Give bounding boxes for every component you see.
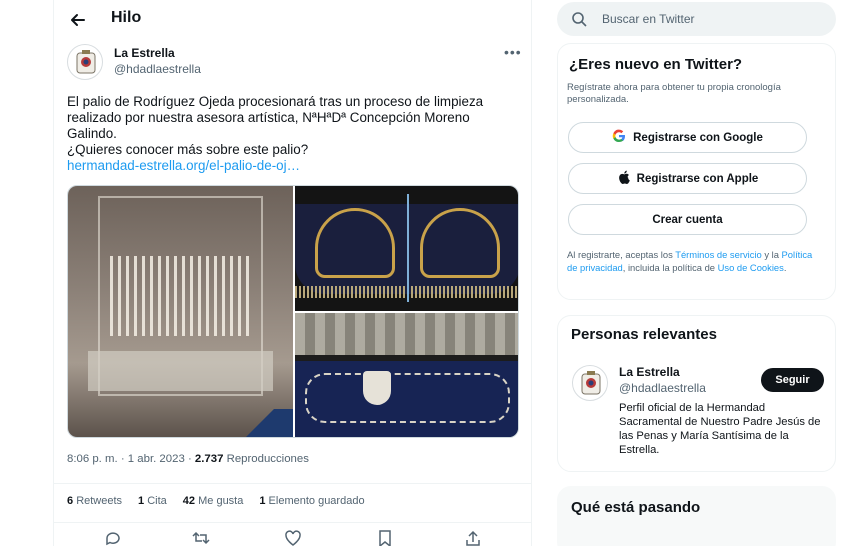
tweet-actions (54, 530, 532, 546)
likes-stat[interactable]: 42 Me gusta (183, 495, 244, 507)
apple-icon (617, 170, 630, 187)
tweet-timestamp: 8:06 p. m. · 1 abr. 2023 · 2.737 Reprodu… (67, 453, 309, 465)
signup-apple-button[interactable]: Registrarse con Apple (568, 163, 807, 194)
author-name[interactable]: La Estrella (114, 46, 175, 60)
trending-card: Qué está pasando (557, 486, 836, 546)
reply-icon[interactable] (104, 530, 124, 546)
author-handle[interactable]: @hdadlaestrella (114, 62, 201, 76)
views-label: Reproducciones (223, 453, 309, 465)
thread-header: Hilo (54, 0, 532, 40)
more-options-icon[interactable]: ••• (504, 44, 522, 60)
relevant-title: Personas relevantes (571, 326, 717, 343)
signup-google-button[interactable]: Registrarse con Google (568, 122, 807, 153)
follow-button[interactable]: Seguir (761, 368, 824, 392)
relevant-handle[interactable]: @hdadlaestrella (619, 381, 706, 395)
views-count: 2.737 (194, 453, 224, 465)
trending-title: Qué está pasando (571, 499, 701, 516)
back-arrow-icon[interactable] (64, 6, 92, 34)
bookmark-icon[interactable] (376, 530, 396, 546)
search-input[interactable]: Buscar en Twitter (557, 2, 836, 36)
cookies-link[interactable]: Uso de Cookies (718, 262, 784, 273)
divider (54, 483, 532, 484)
divider (54, 522, 532, 523)
create-account-button[interactable]: Crear cuenta (568, 204, 807, 235)
main-column: Hilo La Estrella @hdadlaestrella ••• El … (53, 0, 532, 546)
google-icon (612, 129, 626, 146)
tweet-text: El palio de Rodríguez Ojeda procesionará… (67, 94, 517, 174)
search-placeholder: Buscar en Twitter (602, 12, 695, 26)
retweet-icon[interactable] (192, 530, 212, 546)
signup-title: ¿Eres nuevo en Twitter? (569, 56, 743, 73)
quotes-stat[interactable]: 1 Cita (138, 495, 167, 507)
relevant-name[interactable]: La Estrella (619, 365, 680, 379)
avatar[interactable] (572, 365, 608, 401)
media-photo-palio-vintage[interactable] (68, 186, 293, 437)
signup-subtitle: Regístrate ahora para obtener tu propia … (567, 82, 781, 105)
share-icon[interactable] (464, 530, 484, 546)
tweet-time[interactable]: 8:06 p. m. · 1 abr. 2023 · (67, 453, 195, 465)
signup-apple-label: Registrarse con Apple (636, 172, 759, 185)
create-account-label: Crear cuenta (652, 213, 723, 226)
tweet-text-body: El palio de Rodríguez Ojeda procesionará… (67, 94, 484, 141)
signup-legal-text: Al registrarte, aceptas los Términos de … (567, 249, 813, 273)
page-title: Hilo (111, 9, 142, 26)
media-photo-embroidery-crest[interactable] (295, 313, 518, 437)
search-icon (571, 11, 587, 27)
tweet-media-grid (67, 185, 519, 438)
relevant-people-card: Personas relevantes La Estrella @hdadlae… (557, 315, 836, 472)
relevant-bio: Perfil oficial de la Hermandad Sacrament… (619, 402, 821, 456)
saves-stat[interactable]: 1 Elemento guardado (259, 495, 364, 507)
tweet-text-question: ¿Quieres conocer más sobre este palio? (67, 142, 309, 157)
signup-google-label: Registrarse con Google (633, 131, 763, 144)
like-icon[interactable] (284, 530, 304, 546)
media-photo-embroidery-hearts[interactable] (295, 186, 518, 311)
tweet-link[interactable]: hermandad-estrella.org/el-palio-de-oj… (67, 158, 517, 174)
retweets-stat[interactable]: 6 Retweets (67, 495, 122, 507)
signup-card: ¿Eres nuevo en Twitter? Regístrate ahora… (557, 43, 836, 300)
avatar[interactable] (67, 44, 103, 80)
tweet-stats: 6 Retweets 1 Cita 42 Me gusta 1 Elemento… (67, 495, 365, 507)
terms-link[interactable]: Términos de servicio (675, 249, 762, 260)
